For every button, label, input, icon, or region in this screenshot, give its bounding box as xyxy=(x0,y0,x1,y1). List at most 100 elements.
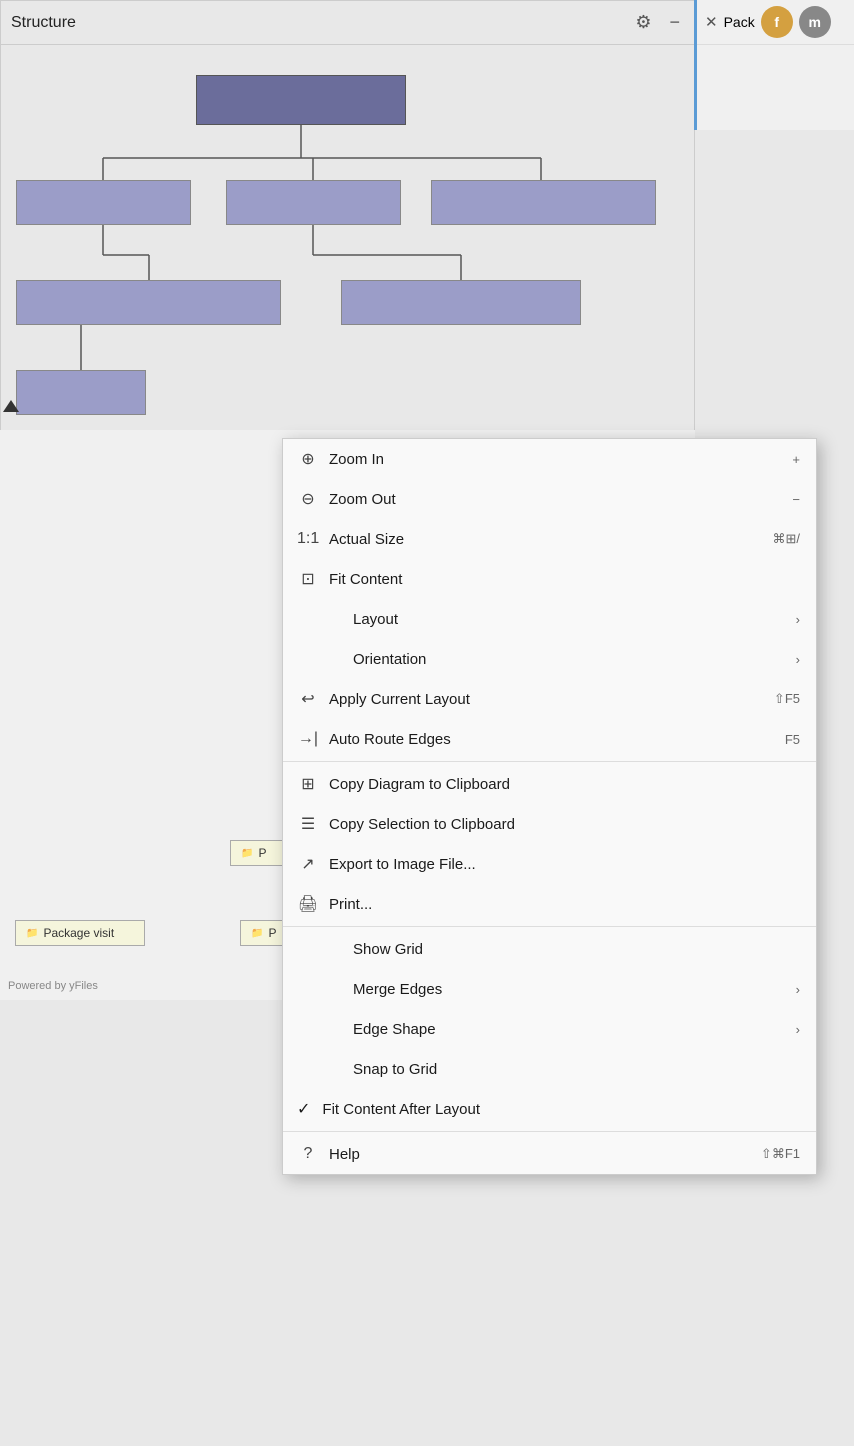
menu-item-14[interactable]: Edge Shape › xyxy=(283,1009,816,1049)
close-button[interactable]: ✕ xyxy=(705,13,718,31)
menu-icon-17: ? xyxy=(297,1145,319,1163)
diagram-area xyxy=(1,45,694,431)
node-l2a[interactable] xyxy=(16,280,281,325)
menu-item-left-14: Edge Shape xyxy=(321,1021,436,1038)
right-panel-header: ✕ Pack f m xyxy=(697,0,854,45)
menu-item-left-6: ↩Apply Current Layout xyxy=(297,689,470,709)
menu-icon-2: 1:1 xyxy=(297,530,319,548)
menu-shortcut-2: ⌘⊞/ xyxy=(772,531,800,547)
menu-label-9: Copy Selection to Clipboard xyxy=(329,816,515,833)
menu-label-5: Orientation xyxy=(353,651,426,668)
menu-item-left-4: Layout xyxy=(321,611,398,628)
menu-icon-1: ⊖ xyxy=(297,489,319,509)
menu-item-10[interactable]: ↗ Export to Image File... xyxy=(283,844,816,884)
menu-icon-11: 🖨 xyxy=(297,894,319,914)
menu-arrow-14: › xyxy=(796,1022,800,1037)
menu-label-13: Merge Edges xyxy=(353,981,442,998)
menu-arrow-4: › xyxy=(796,612,800,627)
menu-icon-0: ⊕ xyxy=(297,449,319,469)
menu-label-10: Export to Image File... xyxy=(329,856,476,873)
menu-label-4: Layout xyxy=(353,611,398,628)
avatar-m: m xyxy=(799,6,831,38)
menu-item-1[interactable]: ⊖ Zoom Out − xyxy=(283,479,816,519)
menu-icon-10: ↗ xyxy=(297,854,319,874)
menu-shortcut-17: ⇧⌘F1 xyxy=(761,1146,800,1162)
package-node-3-label: P xyxy=(268,926,276,940)
menu-item-left-3: ⊡ Fit Content xyxy=(297,569,402,589)
menu-item-left-8: ⊞ Copy Diagram to Clipboard xyxy=(297,774,510,794)
menu-item-16[interactable]: ✓Fit Content After Layout xyxy=(283,1089,816,1129)
menu-item-left-9: ☰Copy Selection to Clipboard xyxy=(297,814,515,834)
menu-item-left-12: Show Grid xyxy=(321,941,423,958)
menu-item-0[interactable]: ⊕Zoom In+ xyxy=(283,439,816,479)
menu-label-14: Edge Shape xyxy=(353,1021,436,1038)
menu-item-8[interactable]: ⊞ Copy Diagram to Clipboard xyxy=(283,764,816,804)
menu-item-13[interactable]: Merge Edges › xyxy=(283,969,816,1009)
right-panel-title: Pack xyxy=(724,14,755,30)
menu-item-7[interactable]: →| Auto Route Edges F5 xyxy=(283,719,816,759)
structure-titlebar: Structure ⚙ − xyxy=(1,1,694,45)
menu-label-6: Apply Current Layout xyxy=(329,691,470,708)
menu-item-6[interactable]: ↩Apply Current Layout⇧F5 xyxy=(283,679,816,719)
menu-item-left-13: Merge Edges xyxy=(321,981,442,998)
menu-item-5[interactable]: Orientation› xyxy=(283,639,816,679)
menu-item-left-1: ⊖ Zoom Out xyxy=(297,489,396,509)
node-l3a[interactable] xyxy=(16,370,146,415)
node-l1b[interactable] xyxy=(226,180,401,225)
package-node-2-label: Package visit xyxy=(43,926,114,940)
node-root[interactable] xyxy=(196,75,406,125)
powered-by-label: Powered by yFiles xyxy=(8,980,98,992)
minimize-button[interactable]: − xyxy=(665,10,684,35)
menu-divider-11 xyxy=(283,926,816,927)
menu-label-1: Zoom Out xyxy=(329,491,396,508)
menu-label-7: Auto Route Edges xyxy=(329,731,451,748)
menu-shortcut-7: F5 xyxy=(785,732,800,747)
menu-item-left-17: ? Help xyxy=(297,1145,360,1163)
menu-label-8: Copy Diagram to Clipboard xyxy=(329,776,510,793)
menu-item-left-2: 1:1 Actual Size xyxy=(297,530,404,548)
menu-item-left-10: ↗ Export to Image File... xyxy=(297,854,476,874)
menu-item-11[interactable]: 🖨 Print... xyxy=(283,884,816,924)
right-panel: ✕ Pack f m xyxy=(694,0,854,130)
menu-item-17[interactable]: ? Help ⇧⌘F1 xyxy=(283,1134,816,1174)
menu-item-left-7: →| Auto Route Edges xyxy=(297,730,451,748)
menu-item-2[interactable]: 1:1 Actual Size ⌘⊞/ xyxy=(283,519,816,559)
package-icon-1: 📁 xyxy=(241,848,253,859)
menu-arrow-13: › xyxy=(796,982,800,997)
menu-icon-7: →| xyxy=(297,730,319,748)
menu-item-left-15: Snap to Grid xyxy=(321,1061,437,1078)
menu-item-4[interactable]: Layout › xyxy=(283,599,816,639)
menu-label-3: Fit Content xyxy=(329,571,402,588)
menu-divider-16 xyxy=(283,1131,816,1132)
menu-label-17: Help xyxy=(329,1146,360,1163)
settings-button[interactable]: ⚙ xyxy=(631,10,655,35)
menu-item-15[interactable]: Snap to Grid xyxy=(283,1049,816,1089)
menu-label-12: Show Grid xyxy=(353,941,423,958)
context-menu: ⊕Zoom In+⊖Zoom Out−1:1Actual Size⌘⊞/⊡Fit… xyxy=(282,438,817,1175)
menu-item-left-16: ✓Fit Content After Layout xyxy=(297,1099,480,1119)
menu-item-9[interactable]: ☰Copy Selection to Clipboard xyxy=(283,804,816,844)
menu-label-16: Fit Content After Layout xyxy=(322,1101,480,1118)
menu-item-left-0: ⊕ Zoom In xyxy=(297,449,384,469)
package-icon-3: 📁 xyxy=(251,928,263,939)
avatar-f: f xyxy=(761,6,793,38)
menu-icon-3: ⊡ xyxy=(297,569,319,589)
menu-label-11: Print... xyxy=(329,896,372,913)
menu-shortcut-1: − xyxy=(792,492,800,507)
menu-item-left-11: 🖨 Print... xyxy=(297,894,372,914)
arrow-up-indicator xyxy=(3,400,19,412)
structure-panel: Structure ⚙ − xyxy=(0,0,695,430)
menu-label-2: Actual Size xyxy=(329,531,404,548)
titlebar-actions: ⚙ − xyxy=(631,10,684,35)
node-l1c[interactable] xyxy=(431,180,656,225)
menu-item-3[interactable]: ⊡ Fit Content xyxy=(283,559,816,599)
menu-label-15: Snap to Grid xyxy=(353,1061,437,1078)
node-l1a[interactable] xyxy=(16,180,191,225)
menu-icon-8: ⊞ xyxy=(297,774,319,794)
menu-label-0: Zoom In xyxy=(329,451,384,468)
package-node-2[interactable]: 📁 Package visit xyxy=(15,920,145,946)
node-l2b[interactable] xyxy=(341,280,581,325)
structure-title: Structure xyxy=(11,14,76,32)
menu-item-12[interactable]: Show Grid xyxy=(283,929,816,969)
menu-divider-7 xyxy=(283,761,816,762)
